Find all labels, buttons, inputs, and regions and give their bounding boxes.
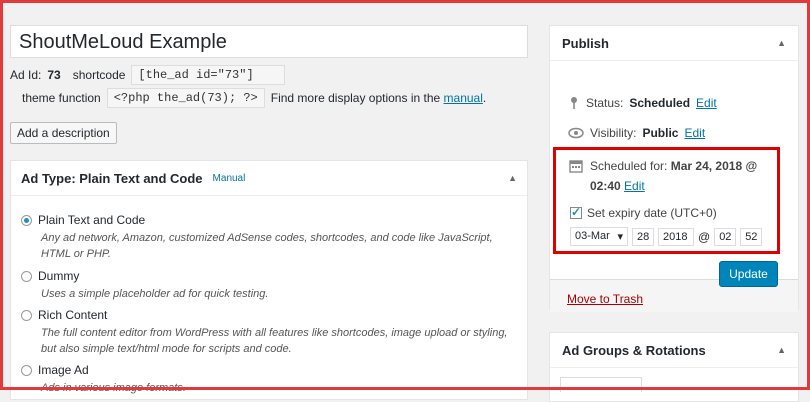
publish-header[interactable]: Publish ▲ (550, 26, 798, 61)
dropdown-arrow-icon: ▾ (617, 231, 623, 243)
expiry-month-select[interactable]: 03-Mar ▾ (570, 227, 628, 246)
manual-link[interactable]: manual (444, 91, 483, 105)
ad-groups-panel: Ad Groups & Rotations ▲ (549, 332, 799, 402)
expiry-checkbox-row[interactable]: Set expiry date (UTC+0) (570, 205, 717, 220)
theme-function-label: theme function (22, 91, 101, 105)
collapse-triangle-icon[interactable]: ▲ (508, 173, 517, 183)
add-description-button[interactable]: Add a description (10, 122, 117, 144)
radio-icon[interactable] (21, 271, 32, 283)
ad-type-option-plain[interactable]: Plain Text and Code Any ad network, Amaz… (21, 213, 521, 262)
update-button[interactable]: Update (719, 261, 778, 287)
ad-groups-header[interactable]: Ad Groups & Rotations ▲ (550, 333, 798, 368)
expiry-year-input[interactable]: 2018 (658, 227, 694, 246)
ad-type-option-rich[interactable]: Rich Content The full content editor fro… (21, 308, 521, 357)
expiry-minute-input[interactable]: 52 (740, 227, 763, 246)
option-label: Plain Text and Code (38, 213, 146, 227)
ad-id-row: Ad Id: 73 shortcode [the_ad id="73"] (10, 65, 286, 85)
ad-type-option-image[interactable]: Image Ad Ads in various image formats. (21, 363, 521, 396)
radio-icon[interactable] (21, 310, 32, 322)
visibility-row: Visibility: Public Edit (568, 126, 705, 140)
ad-title-input[interactable]: ShoutMeLoud Example (10, 25, 528, 58)
shortcode-label: shortcode (72, 68, 126, 82)
scheduled-for: Scheduled for: Mar 24, 2018 @ 02:40 Edit (590, 159, 758, 193)
expiry-hour-input[interactable]: 02 (714, 227, 737, 246)
expiry-date-row: 03-Mar ▾ 28 2018 @ 02 52 (570, 227, 763, 246)
theme-function-row: theme function <?php the_ad(73); ?> Find… (22, 88, 486, 108)
expiry-checkbox[interactable] (570, 205, 582, 219)
radio-icon[interactable] (21, 365, 32, 377)
more-options-text: Find more display options in the manual. (270, 91, 487, 105)
schedule-edit-link[interactable]: Edit (624, 179, 645, 193)
expiry-label: Set expiry date (UTC+0) (587, 206, 717, 220)
schedule-highlight: Scheduled for: Mar 24, 2018 @ 02:40 Edit… (553, 147, 780, 254)
calendar-icon (569, 160, 583, 173)
status-edit-link[interactable]: Edit (696, 96, 717, 110)
option-description: Uses a simple placeholder ad for quick t… (41, 288, 269, 300)
shortcode-field[interactable]: [the_ad id="73"] (131, 65, 286, 85)
radio-checked-icon[interactable] (21, 215, 32, 227)
visibility-edit-link[interactable]: Edit (684, 126, 705, 140)
option-description: The full content editor from WordPress w… (41, 327, 508, 355)
theme-function-field[interactable]: <?php the_ad(73); ?> (106, 88, 265, 108)
ad-type-manual-link[interactable]: Manual (213, 173, 246, 184)
collapse-triangle-icon[interactable]: ▲ (777, 345, 786, 355)
option-label: Dummy (38, 269, 80, 283)
ad-type-header[interactable]: Ad Type: Plain Text and Code Manual ▲ (11, 161, 527, 196)
pin-icon (571, 97, 577, 109)
ad-id-label: Ad Id: (10, 68, 42, 82)
ad-type-title: Ad Type: Plain Text and Code (21, 170, 203, 186)
option-description: Any ad network, Amazon, customized AdSen… (41, 232, 493, 260)
move-to-trash-link[interactable]: Move to Trash (567, 292, 643, 306)
expiry-day-input[interactable]: 28 (632, 227, 654, 246)
option-label: Rich Content (38, 308, 108, 322)
at-sign: @ (698, 229, 711, 244)
collapse-triangle-icon[interactable]: ▲ (777, 38, 786, 48)
ad-type-panel: Ad Type: Plain Text and Code Manual ▲ Pl… (10, 160, 528, 400)
status-row: Status: Scheduled Edit (568, 96, 717, 110)
option-label: Image Ad (38, 363, 89, 377)
option-description: Ads in various image formats. (41, 382, 186, 394)
eye-icon (568, 127, 584, 139)
publish-title: Publish (562, 35, 609, 51)
ad-type-option-dummy[interactable]: Dummy Uses a simple placeholder ad for q… (21, 269, 521, 302)
ad-groups-title: Ad Groups & Rotations (562, 342, 706, 358)
ad-id-value: 73 (47, 68, 61, 82)
